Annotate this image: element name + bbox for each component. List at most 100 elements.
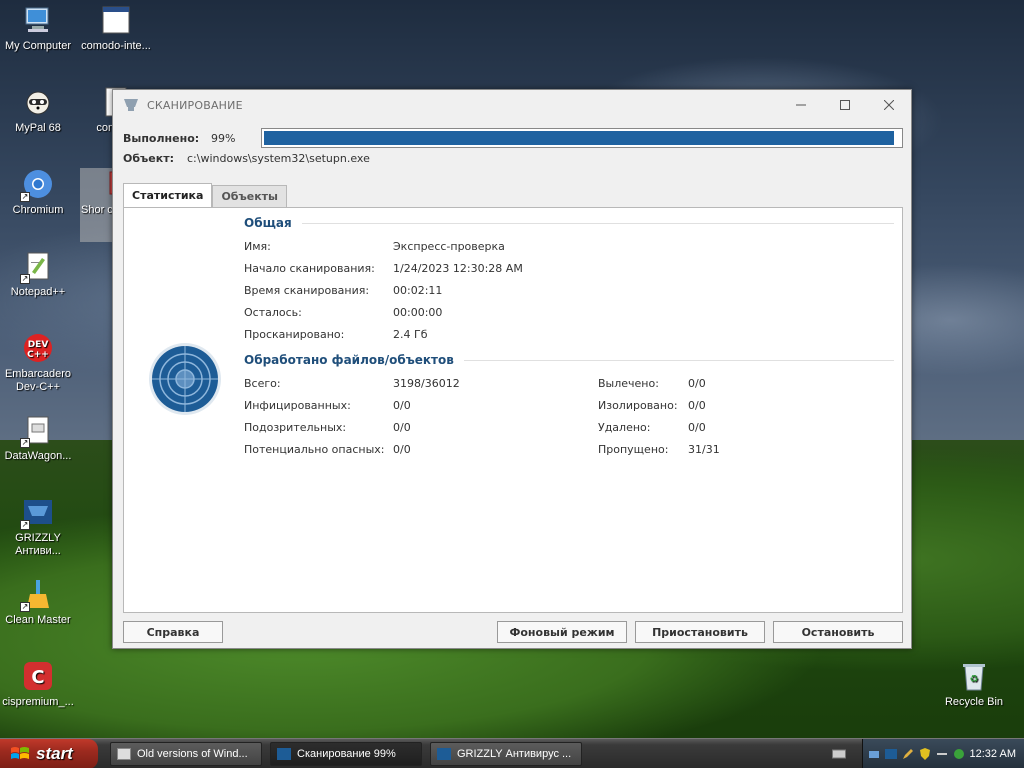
row-cured-value: 0/0 [688,377,706,390]
taskbar-item-grizzly[interactable]: GRIZZLY Антивирус ... [430,742,582,766]
row-potentially-dangerous-key: Потенциально опасных: [244,443,385,456]
desktop-icon-my-computer[interactable]: My Computer [0,4,76,53]
grizzly-icon: ↗ [20,496,54,530]
svg-text:♻: ♻ [970,674,979,685]
object-row: Объект: c:\windows\system32\setupn.exe [123,152,370,165]
desktop-icon-datawagon[interactable]: ↗ DataWagon... [0,414,76,463]
row-scan-start-value: 1/24/2023 12:30:28 AM [393,262,523,275]
computer-icon [22,4,54,36]
progress-label: Выполнено: [123,131,200,145]
row-remaining-value: 00:00:00 [393,306,443,319]
row-scanned-key: Просканировано: [244,328,345,341]
desktop-icon-mypal[interactable]: MyPal 68 [0,86,76,135]
svg-text:C++: C++ [27,350,49,360]
row-deleted-key: Удалено: [598,421,651,434]
connections-icon[interactable] [936,748,948,760]
row-name-key: Имя: [244,240,271,253]
minimize-icon [796,104,806,106]
progress-row: Выполнено: 99% [123,128,903,148]
object-path: c:\windows\system32\setupn.exe [187,152,370,165]
desktop-icon-clean-master[interactable]: ↗ Clean Master [0,578,76,627]
desktop-icon-notepadpp[interactable]: ↗ Notepad++ [0,250,76,299]
help-button[interactable]: Справка [123,621,223,643]
window-icon [100,4,132,36]
progress-percent: 99% [211,131,236,145]
scan-window: СКАНИРОВАНИЕ Выполнено: 99% Объект: c:\w… [112,89,912,649]
window-title: СКАНИРОВАНИЕ [147,98,243,112]
progress-bar-fill [264,131,894,145]
desktop-icon-devcpp[interactable]: DEV C++ Embarcadero Dev-C++ [0,332,76,394]
start-button[interactable]: start [0,739,98,768]
shortcut-arrow-icon: ↗ [20,274,30,284]
row-suspicious-value: 0/0 [393,421,411,434]
row-isolated-key: Изолировано: [598,399,678,412]
row-suspicious-key: Подозрительных: [244,421,347,434]
object-label: Объект: [123,152,174,165]
window-titlebar[interactable]: СКАНИРОВАНИЕ [113,90,911,120]
system-tray: 12:32 AM [862,739,1024,768]
stop-button[interactable]: Остановить [773,621,903,643]
tab-objects[interactable]: Объекты [212,185,287,207]
clock: 12:32 AM [969,748,1016,760]
tab-strip: Статистика Объекты [123,183,287,207]
comodo-c-icon: C [22,660,54,692]
background-mode-button[interactable]: Фоновый режим [497,621,627,643]
progress-bar [261,128,903,148]
general-section-title: Общая [244,216,894,230]
shortcut-arrow-icon: ↗ [20,438,30,448]
svg-text:C: C [31,667,44,688]
raccoon-icon [22,86,54,118]
close-button[interactable] [867,90,911,120]
grizzly-taskbar-icon [437,748,451,760]
maximize-icon [840,100,850,110]
row-isolated-value: 0/0 [688,399,706,412]
desktop-icon-grizzly[interactable]: ↗ GRIZZLY Антиви... [0,496,76,558]
row-scan-time-value: 00:02:11 [393,284,443,297]
row-cured-key: Вылечено: [598,377,659,390]
row-scanned-value: 2.4 Гб [393,328,428,341]
shortcut-arrow-icon: ↗ [20,520,30,530]
shield-icon[interactable] [919,748,931,760]
row-infected-key: Инфицированных: [244,399,351,412]
row-total-key: Всего: [244,377,281,390]
processed-section-title: Обработано файлов/объектов [244,353,894,367]
taskbar-item-old-versions[interactable]: Old versions of Wind... [110,742,262,766]
data-file-icon: ↗ [20,414,54,448]
desktop-icon-chromium[interactable]: ↗ Chromium [0,168,76,217]
grizzly-taskbar-icon [277,748,291,760]
row-skipped-key: Пропущено: [598,443,669,456]
row-deleted-value: 0/0 [688,421,706,434]
grizzly-app-icon [124,99,138,111]
start-label: start [36,744,73,763]
row-skipped-value: 31/31 [688,443,720,456]
grizzly-tray-icon[interactable] [884,748,897,760]
update-icon[interactable] [953,748,965,760]
shortcut-arrow-icon: ↗ [20,192,30,202]
desktop-icon-comodo-internet[interactable]: comodo-inte... [78,4,154,53]
broom-icon: ↗ [20,578,54,612]
network-icon[interactable] [868,748,880,760]
desktop-icon-cispremium[interactable]: C cispremium_... [0,660,76,709]
row-total-value: 3198/36012 [393,377,460,390]
svg-text:DEV: DEV [28,340,49,350]
row-infected-value: 0/0 [393,399,411,412]
keyboard-icon[interactable] [832,747,846,761]
row-potentially-dangerous-value: 0/0 [393,443,411,456]
taskbar: start Old versions of Wind... Сканирован… [0,738,1024,768]
close-icon [884,100,894,110]
row-remaining-key: Осталось: [244,306,302,319]
minimize-button[interactable] [779,90,823,120]
maximize-button[interactable] [823,90,867,120]
taskbar-item-scan[interactable]: Сканирование 99% [270,742,422,766]
row-scan-time-key: Время сканирования: [244,284,370,297]
recycle-bin-icon: ♻ [958,660,990,692]
desktop-icon-recycle-bin[interactable]: ♻ Recycle Bin [936,660,1012,709]
shortcut-arrow-icon: ↗ [20,602,30,612]
edit-icon[interactable] [902,748,914,760]
pause-button[interactable]: Приостановить [635,621,765,643]
row-scan-start-key: Начало сканирования: [244,262,375,275]
radar-icon [149,343,221,415]
notepad-icon: ↗ [20,250,54,284]
windows-flag-icon [11,747,29,759]
tab-statistics[interactable]: Статистика [123,183,213,207]
